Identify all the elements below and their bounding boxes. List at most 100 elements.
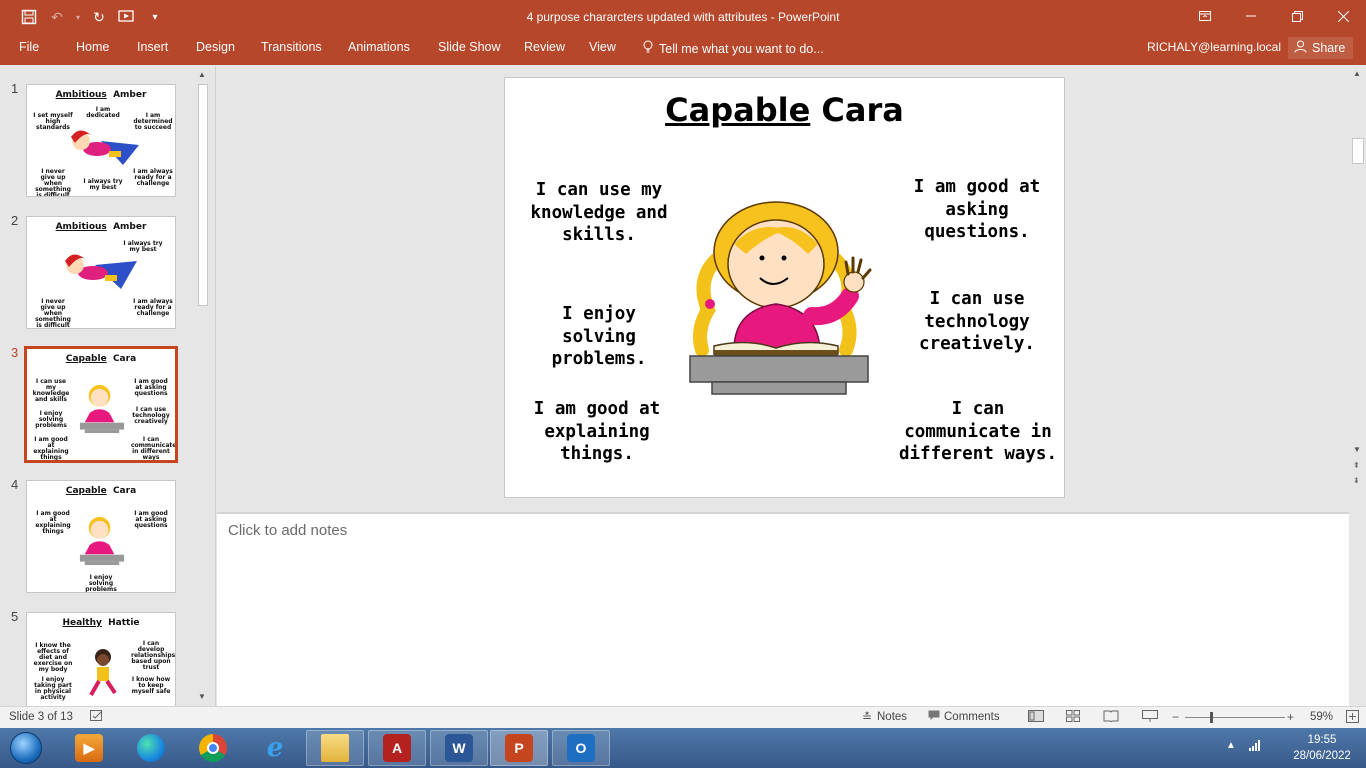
slide-thumbnail-pane: 1 Ambitious Amber I set myself high stan… [0,66,216,706]
account-name[interactable]: RICHALY@learning.local [1147,40,1281,54]
zoom-out-icon[interactable]: − [1172,710,1179,724]
zoom-slider-knob[interactable] [1210,712,1213,723]
thumbnail-text-block: I enjoy solving problems [85,574,117,593]
tab-home[interactable]: Home [76,40,109,54]
tab-animations[interactable]: Animations [348,40,410,54]
slide-thumbnail-2[interactable]: Ambitious Amber I always try my best I n… [26,216,176,329]
scroll-down-arrow-icon[interactable]: ▼ [198,692,206,701]
thumbnail-text-block: I never give up when something is diffic… [35,168,71,197]
slide-text-left-2[interactable]: I enjoy solving problems. [524,303,674,371]
tell-me-label: Tell me what you want to do... [659,41,824,56]
thumbnail-text-block: I am good at explaining things [33,436,69,461]
thumbnail-text-block: I am good at asking questions [134,378,168,397]
outlook-icon: O [567,734,595,762]
current-slide[interactable]: Capable Cara I can use my knowledge and … [504,77,1065,498]
thumbnail-text-block: I am good at explaining things [35,510,71,535]
window-title: 4 purpose chararcters updated with attri… [526,10,840,24]
slide-editing-area: Capable Cara I can use my knowledge and … [217,66,1349,512]
taskbar-file-explorer[interactable] [306,730,364,766]
share-button[interactable]: Share [1288,37,1354,59]
slide-text-right-2[interactable]: I can use technology creatively. [902,288,1052,356]
thumbnail-scrollbar[interactable]: ▲ ▼ [196,68,210,704]
thumbnail-title: Ambitious Amber [55,90,147,100]
scrollbar-thumb[interactable] [198,84,208,306]
start-button[interactable] [6,730,46,766]
tab-transitions[interactable]: Transitions [261,40,322,54]
zoom-level[interactable]: 59% [1310,711,1333,723]
thumbnail-number: 5 [11,609,19,624]
slide-text-right-3[interactable]: I can communicate in different ways. [895,398,1061,466]
tab-insert[interactable]: Insert [137,40,168,54]
slide-thumbnail-1[interactable]: Ambitious Amber I set myself high standa… [26,84,176,197]
fit-to-window-icon[interactable] [1346,710,1359,726]
zoom-in-icon[interactable]: + [1287,710,1294,724]
girl-at-desk-illustration[interactable] [686,200,876,396]
thumbnail-text-block: I never give up when something is diffic… [35,298,71,329]
person-icon [1294,40,1307,56]
slide-text-left-1[interactable]: I can use my knowledge and skills. [524,179,674,247]
scrollbar-thumb[interactable] [1352,138,1364,164]
tab-view[interactable]: View [589,40,616,54]
taskbar-internet-explorer[interactable]: e [246,730,304,766]
tab-design[interactable]: Design [196,40,235,54]
previous-slide-icon[interactable]: ⇞ [1353,461,1360,470]
scroll-up-arrow-icon[interactable]: ▲ [1353,69,1361,78]
thumbnail-text-block: I know how to keep myself safe [131,676,171,695]
notes-pane[interactable]: Click to add notes [217,514,1349,706]
slide-thumbnail-3[interactable]: Capable Cara I can use my knowledge and … [24,346,178,463]
scroll-down-arrow-icon[interactable]: ▼ [1353,445,1361,454]
thumbnail-title: Capable Cara [65,486,137,496]
slide-scrollbar[interactable]: ▲ ▼ ⇞ ⇟ [1349,66,1366,706]
notes-toggle[interactable]: Notes [877,711,907,723]
taskbar-acrobat[interactable]: A [368,730,426,766]
clock-time[interactable]: 19:55 [1282,734,1362,746]
thumbnail-number: 3 [11,345,19,360]
taskbar-chrome[interactable] [184,730,242,766]
folder-icon [321,734,349,762]
tell-me-search[interactable]: Tell me what you want to do... [643,40,824,57]
next-slide-icon[interactable]: ⇟ [1353,476,1360,485]
taskbar-edge[interactable] [122,730,180,766]
tab-slide-show[interactable]: Slide Show [438,40,501,54]
show-hidden-icons-icon[interactable]: ▲ [1226,740,1236,751]
notes-icon[interactable]: ≛ [862,710,872,724]
normal-view-icon[interactable] [1028,710,1044,725]
tab-review[interactable]: Review [524,40,565,54]
network-icon[interactable] [1248,738,1262,755]
status-bar: Slide 3 of 13 ≛ Notes Comments − + 59% [0,706,1366,728]
tab-file[interactable]: File [19,40,39,54]
slide-thumbnail-5[interactable]: Healthy Hattie I know the effects of die… [26,612,176,706]
taskbar-outlook[interactable]: O [552,730,610,766]
comments-toggle[interactable]: Comments [944,711,1000,723]
comment-icon[interactable] [928,710,940,724]
girl-at-desk-illustration [79,384,125,434]
taskbar-word[interactable]: W [430,730,488,766]
girl-at-desk-illustration [79,516,125,566]
thumbnail-text-block: I can develop relationships based upon t… [131,640,176,671]
reading-view-icon[interactable] [1103,710,1119,725]
clock-date[interactable]: 28/06/2022 [1282,750,1362,762]
close-icon[interactable] [1320,0,1366,32]
thumbnail-number: 4 [11,477,19,492]
slide-counter: Slide 3 of 13 [9,711,73,723]
zoom-slider[interactable] [1185,717,1285,718]
slide-text-left-3[interactable]: I am good at explaining things. [522,398,672,466]
taskbar-powerpoint[interactable]: P [490,730,548,766]
scroll-up-arrow-icon[interactable]: ▲ [198,70,206,79]
spelling-check-icon[interactable] [90,710,104,725]
slide-sorter-icon[interactable] [1066,710,1080,725]
lightbulb-icon [643,40,653,57]
restore-icon[interactable] [1274,0,1320,32]
slide-thumbnail-4[interactable]: Capable Cara I am good at explaining thi… [26,480,176,593]
ribbon-display-options-icon[interactable] [1182,0,1228,32]
thumbnail-text-block: I always try my best [83,178,123,191]
chrome-icon [199,734,227,762]
slide-title[interactable]: Capable Cara [505,91,1064,129]
thumbnail-title: Healthy Hattie [62,618,140,628]
slide-text-right-1[interactable]: I am good at asking questions. [902,176,1052,244]
internet-explorer-icon: e [266,733,284,763]
slideshow-view-icon[interactable] [1142,710,1158,725]
windows-orb-icon [10,732,42,764]
minimize-icon[interactable] [1228,0,1274,32]
taskbar-media-player[interactable]: ▶ [60,730,118,766]
